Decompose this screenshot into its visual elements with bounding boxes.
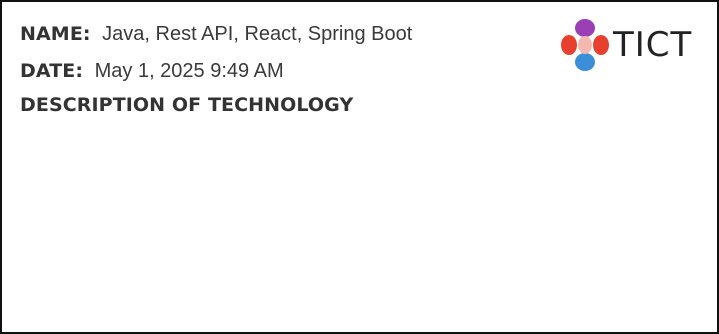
logo-bottom-petal — [575, 53, 595, 71]
logo-right-petal — [593, 35, 609, 55]
date-value: May 1, 2025 9:49 AM — [94, 60, 284, 82]
document-card: NAME: Java, Rest API, React, Spring Boot… — [0, 0, 719, 334]
name-row: NAME: Java, Rest API, React, Spring Boot — [20, 21, 412, 47]
date-label: DATE: — [20, 60, 84, 82]
logo-center — [578, 36, 592, 54]
logo-text: TICT — [613, 25, 693, 65]
description-heading: DESCRIPTION OF TECHNOLOGY — [20, 94, 354, 116]
tict-logo-mark-icon — [561, 19, 609, 71]
logo-top-petal — [575, 19, 595, 37]
logo-left-petal — [561, 35, 577, 55]
name-label: NAME: — [20, 23, 91, 45]
description-section: DESCRIPTION OF TECHNOLOGY — [20, 92, 353, 118]
date-row: DATE: May 1, 2025 9:49 AM — [20, 58, 284, 84]
name-value: Java, Rest API, React, Spring Boot — [102, 23, 413, 45]
tict-logo: TICT — [555, 16, 705, 74]
